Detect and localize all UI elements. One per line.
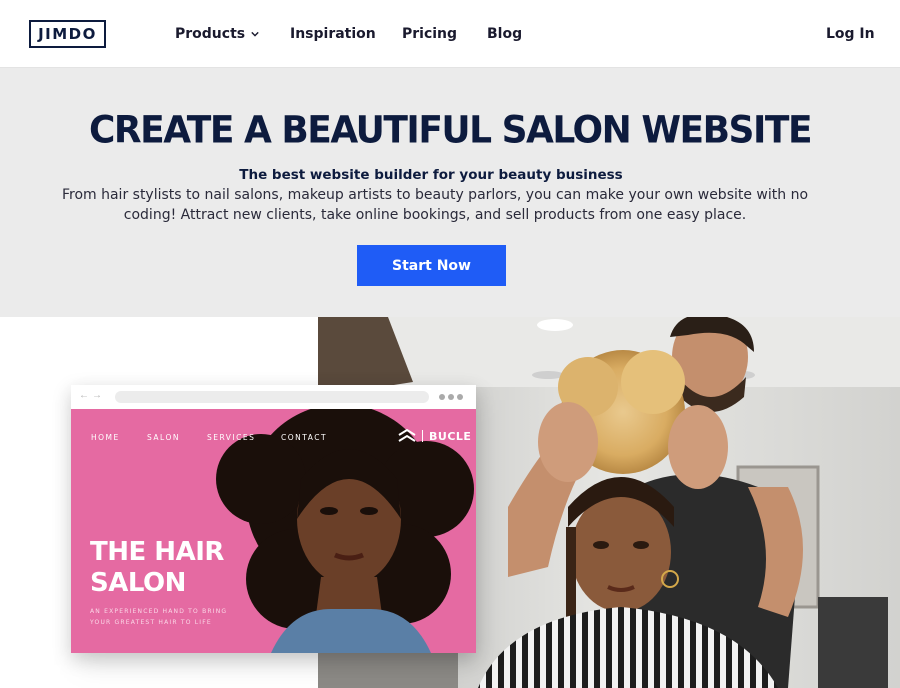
more-dots-icon bbox=[439, 394, 463, 400]
nav-pricing[interactable]: Pricing bbox=[402, 0, 457, 68]
hero-description: From hair stylists to nail salons, makeu… bbox=[61, 187, 809, 223]
hero-title: CREATE A BEAUTIFUL SALON WEBSITE bbox=[88, 108, 813, 153]
jimdo-logo[interactable]: JIMDO bbox=[29, 20, 106, 48]
mockup-tagline-line2: YOUR GREATEST HAIR TO LIFE bbox=[90, 619, 212, 626]
start-now-button[interactable]: Start Now bbox=[357, 245, 506, 286]
arrow-icons: ←→ bbox=[79, 390, 105, 401]
mockup-nav-contact: CONTACT bbox=[281, 433, 328, 442]
nav-products-label: Products bbox=[175, 26, 246, 42]
hero-section: CREATE A BEAUTIFUL SALON WEBSITE The bes… bbox=[0, 68, 900, 317]
mockup-nav-salon: SALON bbox=[147, 433, 180, 442]
mockup-page: HOME SALON SERVICES CONTACT BUCLE THE HA… bbox=[71, 409, 476, 653]
mockup-headline-line2: SALON bbox=[90, 568, 186, 598]
nav-products[interactable]: Products bbox=[175, 0, 259, 68]
bucle-chevrons-icon bbox=[398, 429, 416, 442]
mockup-brand-name: BUCLE bbox=[429, 429, 472, 443]
hero-subtitle: The best website builder for your beauty… bbox=[239, 167, 623, 183]
mockup-url-bar bbox=[115, 391, 429, 403]
chevron-down-icon bbox=[251, 31, 259, 37]
site-header: JIMDO Products Inspiration Pricing Blog … bbox=[0, 0, 900, 68]
website-mockup: ←→ HOME SALON SERVICES CONTACT BUCLE THE… bbox=[71, 385, 476, 653]
nav-inspiration[interactable]: Inspiration bbox=[290, 0, 376, 68]
mockup-headline-line1: THE HAIR bbox=[90, 537, 224, 567]
mockup-brand: BUCLE bbox=[398, 429, 471, 443]
mockup-tagline-line1: AN EXPERIENCED HAND TO BRING bbox=[90, 608, 228, 615]
mockup-nav-home: HOME bbox=[91, 433, 120, 442]
mockup-brand-divider bbox=[422, 430, 423, 442]
mockup-nav-services: SERVICES bbox=[207, 433, 256, 442]
mockup-browser-bar: ←→ bbox=[71, 385, 476, 409]
mockup-headline: THE HAIR SALON bbox=[90, 537, 250, 599]
mockup-tagline: AN EXPERIENCED HAND TO BRING YOUR GREATE… bbox=[90, 606, 250, 628]
login-link[interactable]: Log In bbox=[826, 0, 875, 68]
nav-blog[interactable]: Blog bbox=[487, 0, 522, 68]
